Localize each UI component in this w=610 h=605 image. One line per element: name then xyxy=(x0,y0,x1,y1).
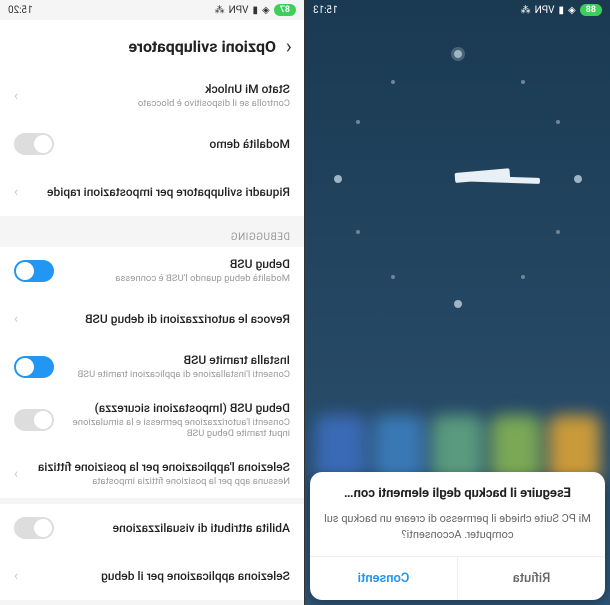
setting-label: Seleziona applicazione per il debug xyxy=(28,569,290,583)
settings-list: Stato Mi Unlock Controlla se il disposit… xyxy=(0,72,304,600)
back-arrow-icon[interactable]: ‹ xyxy=(286,34,292,58)
dialog-title: Eseguire il backup degli elementi con… xyxy=(310,486,605,511)
wifi-icon: ◈ xyxy=(568,5,576,16)
toggle-usb-debug[interactable] xyxy=(14,260,54,282)
setting-label: Installa tramite USB xyxy=(64,353,290,367)
row-mock-location[interactable]: Seleziona l'applicazione per la posizion… xyxy=(0,450,304,498)
toggle-install-usb[interactable] xyxy=(14,356,54,378)
vpn-icon: VPN xyxy=(229,5,249,16)
row-usb-debug[interactable]: Debug USB Modalità debug quando l'USB è … xyxy=(0,247,304,295)
row-select-debug-app[interactable]: Seleziona applicazione per il debug › xyxy=(0,552,304,600)
battery-indicator: 87 xyxy=(274,4,296,16)
row-revoke-auth[interactable]: Revoca le autorizzazioni di debug USB › xyxy=(0,295,304,343)
page-title: Opzioni sviluppatore xyxy=(129,37,276,56)
signal-icon: ▮ xyxy=(252,5,258,16)
setting-label: Revoca le autorizzazioni di debug USB xyxy=(28,312,290,326)
status-bar: 88 ◈ ▮ VPN ⁂ 15:13 xyxy=(305,0,610,20)
chevron-right-icon: › xyxy=(14,184,18,200)
developer-options-phone: 87 ◈ ▮ VPN ⁂ 15:20 ‹ Opzioni sviluppator… xyxy=(0,0,305,605)
setting-label: Riquadri sviluppatore per impostazioni r… xyxy=(28,185,290,199)
row-demo-mode[interactable]: Modalità demo xyxy=(0,120,304,168)
toggle-demo-mode[interactable] xyxy=(14,133,54,155)
dialog-body: Mi PC Suite chiede il permesso di creare… xyxy=(310,511,605,556)
section-header-debugging: DEBUGGING xyxy=(0,222,304,247)
setting-sub: Consenti l'autorizzazione permessi e la … xyxy=(64,417,290,440)
setting-sub: Modalità debug quando l'USB è connessa xyxy=(64,273,290,284)
toggle-view-attributes[interactable] xyxy=(14,517,54,539)
row-mi-unlock[interactable]: Stato Mi Unlock Controlla se il disposit… xyxy=(0,72,304,120)
setting-label: Stato Mi Unlock xyxy=(28,82,290,96)
setting-label: Debug USB (Impostazioni sicurezza) xyxy=(64,401,290,415)
wifi-icon: ◈ xyxy=(262,5,270,16)
analog-clock xyxy=(305,20,610,410)
lock-screen-phone: 88 ◈ ▮ VPN ⁂ 15:13 Eseguire il backup de… xyxy=(305,0,610,605)
row-view-attributes[interactable]: Abilita attributi di visualizzazione xyxy=(0,504,304,552)
chevron-right-icon: › xyxy=(14,88,18,104)
settings-header: ‹ Opzioni sviluppatore xyxy=(0,20,304,72)
status-bar: 87 ◈ ▮ VPN ⁂ 15:20 xyxy=(0,0,304,20)
chevron-right-icon: › xyxy=(14,466,18,482)
row-usb-security[interactable]: Debug USB (Impostazioni sicurezza) Conse… xyxy=(0,391,304,450)
setting-label: Abilita attributi di visualizzazione xyxy=(64,521,290,535)
chevron-right-icon: › xyxy=(14,311,18,327)
bluetooth-icon: ⁂ xyxy=(521,5,531,16)
setting-sub: Controlla se il dispositivo è bloccato xyxy=(28,98,290,109)
setting-label: Debug USB xyxy=(64,257,290,271)
signal-icon: ▮ xyxy=(558,5,564,16)
row-quick-tiles[interactable]: Riquadri sviluppatore per impostazioni r… xyxy=(0,168,304,216)
setting-sub: Nessuna app per la posizione fittizia im… xyxy=(28,476,290,487)
status-time: 15:20 xyxy=(8,5,33,16)
chevron-right-icon: › xyxy=(14,568,18,584)
setting-label: Modalità demo xyxy=(64,137,290,151)
backup-permission-dialog: Eseguire il backup degli elementi con… M… xyxy=(310,472,605,600)
battery-indicator: 88 xyxy=(580,4,602,16)
bluetooth-icon: ⁂ xyxy=(215,5,225,16)
vpn-icon: VPN xyxy=(535,5,555,16)
row-install-usb[interactable]: Installa tramite USB Consenti l'installa… xyxy=(0,343,304,391)
status-time: 15:13 xyxy=(313,5,338,16)
allow-button[interactable]: Consenti xyxy=(310,557,457,600)
toggle-usb-security[interactable] xyxy=(14,409,54,431)
setting-label: Seleziona l'applicazione per la posizion… xyxy=(28,460,290,474)
deny-button[interactable]: Rifiuta xyxy=(457,557,605,600)
setting-sub: Consenti l'installazione di applicazioni… xyxy=(64,369,290,380)
